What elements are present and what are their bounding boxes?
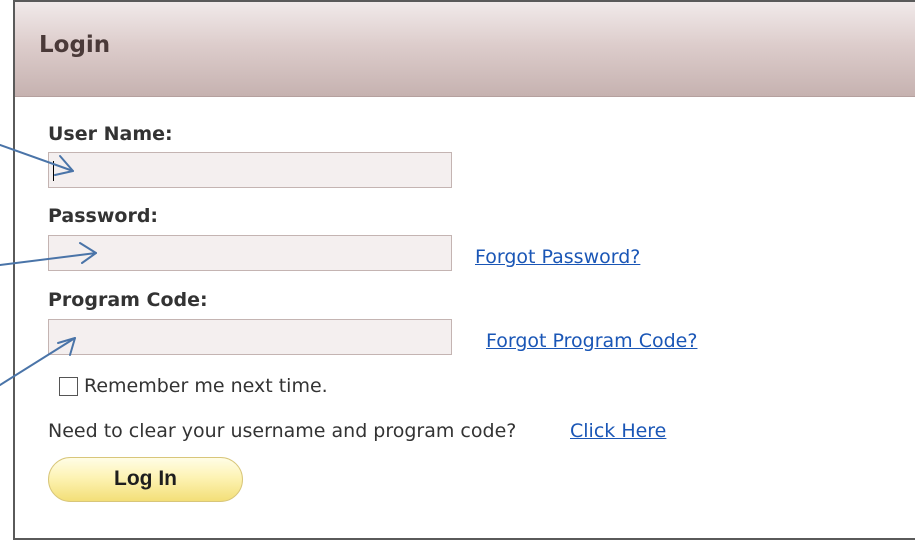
annotation-arrows	[0, 144, 97, 386]
arrow-icon	[0, 144, 74, 176]
arrow-icon	[0, 242, 97, 266]
arrow-icon	[0, 337, 76, 386]
